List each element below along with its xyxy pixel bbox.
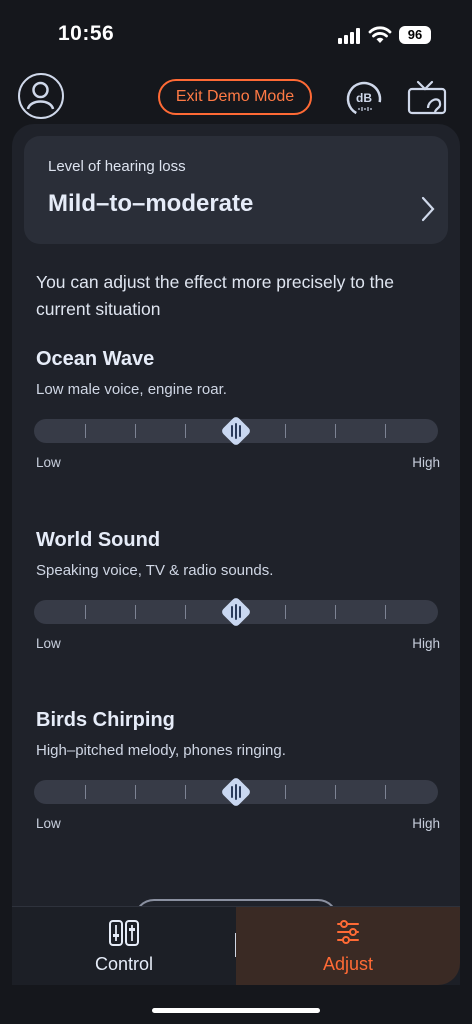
slider-thumb[interactable]	[219, 595, 253, 629]
section-title: Ocean Wave	[36, 348, 155, 370]
slider-tick	[335, 605, 336, 619]
battery-icon: 96	[399, 26, 431, 44]
section-title: Birds Chirping	[36, 709, 175, 731]
decibel-meter-icon[interactable]: dB	[345, 80, 383, 118]
profile-avatar-button[interactable]	[18, 73, 64, 119]
status-time: 10:56	[58, 22, 115, 45]
user-icon	[26, 81, 55, 110]
slider-thumb[interactable]	[219, 775, 253, 809]
db-icon-text: dB	[356, 91, 372, 105]
section-title: World Sound	[36, 529, 161, 551]
section-desc: High–pitched melody, phones ringing.	[36, 742, 286, 759]
section-desc: Low male voice, engine roar.	[36, 381, 227, 398]
tv-hearing-icon[interactable]	[406, 78, 448, 118]
sliders-icon	[337, 920, 359, 944]
signal-icon	[338, 28, 360, 44]
equalizer-icon	[109, 920, 139, 946]
high-label: High	[412, 636, 440, 651]
slider-tick	[185, 785, 186, 799]
low-label: Low	[36, 816, 61, 831]
slider-tick	[85, 605, 86, 619]
intro-text: You can adjust the effect more precisely…	[36, 272, 394, 319]
slider-tick	[385, 605, 386, 619]
chevron-right-icon	[421, 196, 435, 222]
slider-tick	[185, 605, 186, 619]
exit-demo-mode-button[interactable]: Exit Demo Mode	[158, 79, 312, 115]
high-label: High	[412, 816, 440, 831]
low-label: Low	[36, 636, 61, 651]
slider-tick	[285, 785, 286, 799]
adjust-panel: Level of hearing loss Mild–to–moderate Y…	[12, 124, 460, 984]
slider-tick	[385, 785, 386, 799]
slider-tick	[285, 424, 286, 438]
slider-tick	[335, 424, 336, 438]
ocean-wave-slider[interactable]	[34, 417, 438, 445]
high-label: High	[412, 455, 440, 470]
home-indicator[interactable]	[152, 1008, 320, 1013]
bottom-tab-bar: Control Adjust	[12, 906, 460, 985]
section-desc: Speaking voice, TV & radio sounds.	[36, 562, 274, 579]
hearing-loss-value: Mild–to–moderate	[48, 190, 254, 217]
tab-adjust-label: Adjust	[322, 954, 374, 974]
hearing-loss-level-card[interactable]: Level of hearing loss Mild–to–moderate	[24, 136, 448, 244]
section-birds-chirping: Birds Chirping High–pitched melody, phon…	[34, 709, 440, 831]
low-label: Low	[36, 455, 61, 470]
tab-adjust[interactable]: Adjust	[236, 907, 460, 985]
slider-tick	[135, 424, 136, 438]
slider-tick	[85, 785, 86, 799]
slider-tick	[135, 605, 136, 619]
slider-thumb[interactable]	[219, 414, 253, 448]
world-sound-slider[interactable]	[34, 598, 438, 626]
slider-tick	[385, 424, 386, 438]
slider-tick	[135, 785, 136, 799]
birds-chirping-slider[interactable]	[34, 778, 438, 806]
slider-tick	[185, 424, 186, 438]
status-bar: 10:56 96	[0, 0, 472, 60]
section-ocean-wave: Ocean Wave Low male voice, engine roar. …	[34, 348, 440, 470]
tab-control-label: Control	[94, 954, 154, 974]
slider-tick	[285, 605, 286, 619]
section-world-sound: World Sound Speaking voice, TV & radio s…	[34, 529, 440, 651]
wifi-icon	[368, 26, 392, 43]
slider-tick	[335, 785, 336, 799]
slider-tick	[85, 424, 86, 438]
hearing-loss-label: Level of hearing loss	[48, 158, 186, 175]
tab-control[interactable]: Control	[12, 907, 236, 985]
